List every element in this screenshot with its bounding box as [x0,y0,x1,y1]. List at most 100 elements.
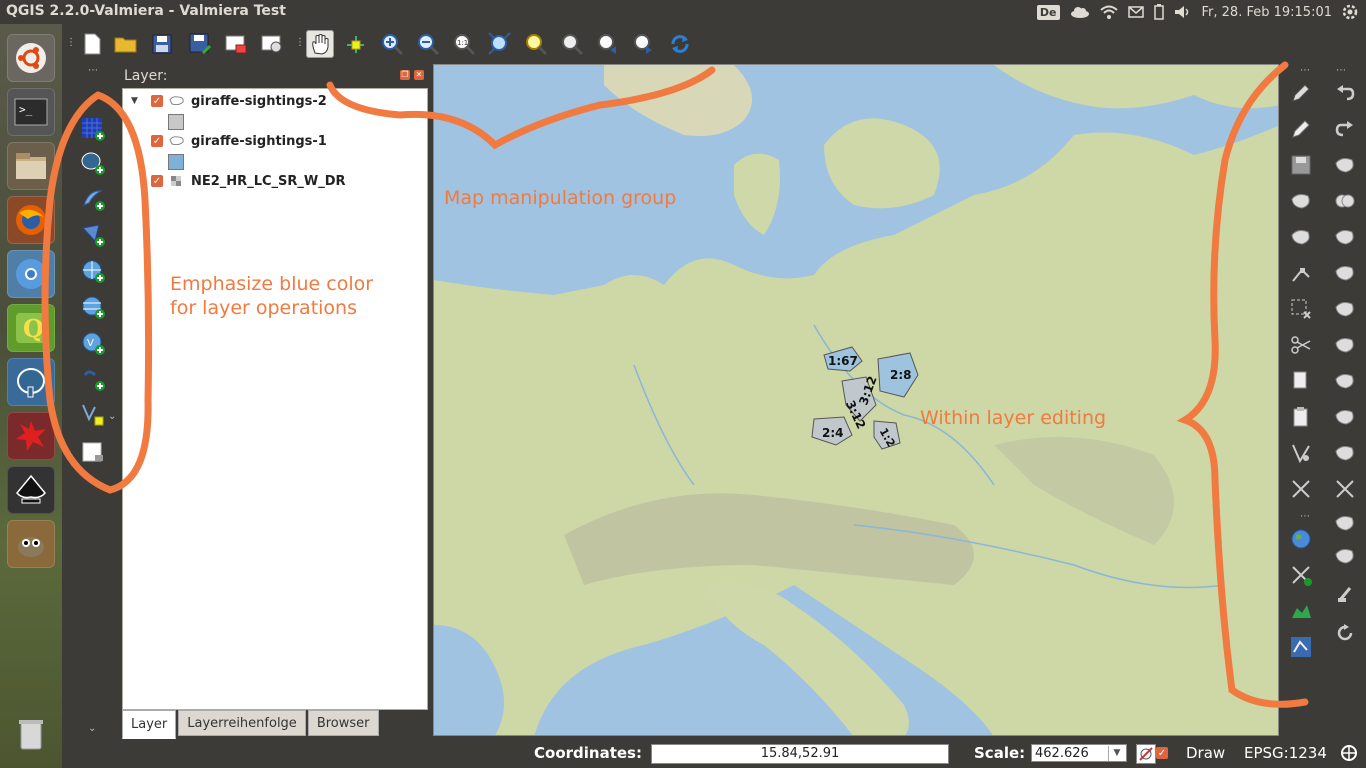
zoom-last-icon[interactable] [594,30,622,58]
add-wfs-layer-icon[interactable]: V [80,330,106,356]
postgresql-elephant-icon[interactable] [7,358,55,406]
scale-combobox[interactable]: 462.626 ▼ [1031,744,1127,762]
rotate-label-icon[interactable] [1332,544,1358,570]
paste-features-icon[interactable] [1288,404,1314,430]
zoom-to-layer-icon[interactable] [558,30,586,58]
save-edits-icon[interactable] [1288,152,1314,178]
add-postgis-layer-icon[interactable] [80,150,106,176]
copy-features-icon[interactable] [1288,368,1314,394]
layer-visibility-checkbox[interactable]: ✓ [151,135,163,147]
terminal-icon[interactable]: >_ [7,88,55,136]
composer-manager-icon[interactable] [258,30,286,58]
zoom-to-selection-icon[interactable] [522,30,550,58]
files-icon[interactable] [7,142,55,190]
new-project-icon[interactable] [78,30,106,58]
edit-pencil-dropdown-icon[interactable] [1288,80,1314,106]
rotate-point-symbols-icon[interactable] [1288,440,1314,466]
cloud-icon[interactable] [1070,6,1090,18]
gimp-icon[interactable] [7,520,55,568]
reload-plugin-icon[interactable] [1332,620,1358,646]
mail-icon[interactable] [1127,6,1144,18]
print-composer-icon[interactable] [222,30,250,58]
chromium-icon[interactable] [7,250,55,298]
delete-ring-icon[interactable] [1332,296,1358,322]
pan-hand-icon[interactable] [306,30,334,58]
layer-visibility-checkbox[interactable]: ✓ [151,95,163,107]
layer-style-swatch[interactable] [168,154,184,170]
remove-layer-icon[interactable] [80,440,106,466]
clock[interactable]: Fr, 28. Feb 19:15:01 [1202,5,1332,20]
redo-icon[interactable] [1332,116,1358,142]
new-shapefile-layer-icon[interactable] [80,402,106,428]
tab-browser[interactable]: Browser [307,710,379,736]
add-vector-layer-icon[interactable] [80,186,106,212]
split-features-icon[interactable] [1332,440,1358,466]
toolbar-grip[interactable]: ⋯ [1300,512,1310,522]
save-as-icon[interactable] [186,30,214,58]
move-feature-icon[interactable] [1288,224,1314,250]
save-project-icon[interactable] [148,30,176,58]
layer-row[interactable]: ▼ ✓ giraffe-sightings-1 [123,131,327,151]
volume-icon[interactable] [1174,5,1192,19]
cut-features-icon[interactable] [1288,332,1314,358]
tab-layer-order[interactable]: Layerreihenfolge [178,710,306,736]
add-wms-layer-icon[interactable] [80,258,106,284]
delete-part-icon[interactable] [1332,332,1358,358]
zoom-actual-size-icon[interactable]: 1:1 [450,30,478,58]
power-gear-icon[interactable] [1342,4,1358,20]
add-ring-icon[interactable] [1332,188,1358,214]
layer-row[interactable]: ✓ NE2_HR_LC_SR_W_DR [123,171,346,191]
refresh-icon[interactable] [666,30,694,58]
collapse-arrow-icon[interactable]: ▼ [131,96,141,106]
simplify-feature-icon[interactable] [1332,152,1358,178]
add-raster-layer-icon[interactable] [80,116,106,142]
toolbar-grip[interactable]: ⋮ [66,38,76,48]
tab-layer[interactable]: Layer [122,710,177,739]
inkscape-icon[interactable] [7,466,55,514]
float-panel-icon[interactable]: ❐ [400,70,410,80]
node-tool-icon[interactable] [1288,260,1314,286]
toolbar-grip[interactable]: ⋮ [295,38,305,48]
close-panel-icon[interactable]: ✕ [414,70,424,80]
layer-style-swatch[interactable] [168,114,184,130]
add-feature-icon[interactable] [1288,188,1314,214]
toolbar-grip[interactable]: ⋯ [1300,66,1310,76]
open-project-icon[interactable] [112,30,140,58]
battery-icon[interactable] [1153,4,1164,20]
trash-icon[interactable] [7,710,55,758]
terrain-profile-icon[interactable] [1288,598,1314,624]
merge-features-icon[interactable] [1288,476,1314,502]
wifi-icon[interactable] [1099,5,1118,19]
zoom-out-icon[interactable] [414,30,442,58]
add-part-icon[interactable] [1332,224,1358,250]
layer-row[interactable]: ▼ ✓ giraffe-sightings-2 [123,91,327,111]
qgis-icon[interactable]: Q [7,304,55,352]
grass-tools-icon[interactable] [1288,634,1314,660]
layer-visibility-checkbox[interactable]: ✓ [151,175,163,187]
zoom-in-icon[interactable] [378,30,406,58]
map-canvas[interactable]: 1:67 2:8 3:12 3:12 2:4 1:2 [433,64,1279,736]
fill-ring-icon[interactable] [1332,260,1358,286]
expand-chevron-icon[interactable]: ⌄ [88,724,96,734]
reshape-features-icon[interactable] [1332,368,1358,394]
toolbar-grip[interactable]: ⋯ [88,66,98,76]
toggle-editing-icon[interactable] [1288,116,1314,142]
chevron-down-icon[interactable]: ▼ [1108,746,1125,761]
crs-label[interactable]: EPSG:1234 [1244,744,1327,762]
plugin-tools-icon[interactable] [1288,562,1314,588]
zoom-full-icon[interactable] [486,30,514,58]
add-wcs-layer-icon[interactable] [80,294,106,320]
georeferencer-globe-icon[interactable] [1288,526,1314,552]
keyboard-layout-indicator[interactable]: De [1036,4,1060,20]
split-parts-icon[interactable] [1332,476,1358,502]
add-spatialite-layer-icon[interactable] [80,222,106,248]
pin-labels-icon[interactable] [1332,580,1358,606]
merge-attributes-icon[interactable] [1332,510,1358,536]
undo-icon[interactable] [1332,80,1358,106]
collapse-arrow-icon[interactable]: ▼ [131,136,141,146]
ubuntu-dash-icon[interactable] [7,34,55,82]
add-delimited-text-layer-icon[interactable] [80,366,106,392]
pan-to-selection-icon[interactable] [342,30,370,58]
crs-status-icon[interactable] [1340,744,1358,766]
crash-report-icon[interactable] [7,412,55,460]
